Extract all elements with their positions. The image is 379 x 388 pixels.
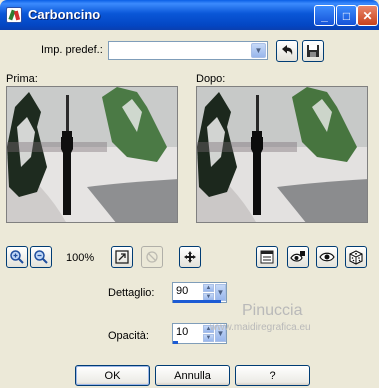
- lock-eye-icon: [290, 251, 305, 262]
- dice-icon: [349, 250, 363, 265]
- zoom-out-button[interactable]: [30, 246, 52, 268]
- after-preview-image: [197, 87, 367, 222]
- app-icon: [6, 7, 22, 23]
- spin-down-icon[interactable]: ▼: [203, 334, 214, 342]
- pan-button[interactable]: [179, 246, 201, 268]
- randomize-button[interactable]: [287, 246, 309, 268]
- zoom-in-button[interactable]: [6, 246, 28, 268]
- save-preset-button[interactable]: [302, 40, 324, 62]
- close-button[interactable]: ✕: [357, 5, 378, 26]
- undo-arrow-icon: [282, 45, 293, 55]
- list-view-icon: [260, 250, 274, 264]
- watermark-site: www.maidiregrafica.eu: [210, 322, 311, 333]
- detail-input[interactable]: 90 ▲ ▼ ▼: [172, 282, 227, 303]
- cancel-button[interactable]: Annulla: [155, 365, 230, 386]
- before-preview[interactable]: [6, 86, 178, 223]
- reset-preset-button[interactable]: [276, 40, 298, 62]
- floppy-disk-icon: [307, 45, 319, 57]
- zoom-out-icon: [34, 250, 48, 264]
- navigate-button-disabled: [141, 246, 163, 268]
- random-dice-button[interactable]: [345, 246, 367, 268]
- preview-toggle-button[interactable]: [316, 246, 338, 268]
- title-bar[interactable]: Carboncino _ □ ✕: [0, 0, 379, 30]
- ok-button[interactable]: OK: [75, 365, 150, 386]
- eye-icon: [319, 252, 335, 262]
- preset-label: Imp. predef.:: [41, 44, 103, 56]
- detail-spinner[interactable]: ▲ ▼: [203, 284, 214, 301]
- before-label: Prima:: [6, 73, 38, 85]
- maximize-button[interactable]: □: [336, 5, 357, 26]
- opacity-value[interactable]: 10: [176, 326, 188, 338]
- opacity-level-bar: [173, 341, 179, 344]
- preset-dropdown[interactable]: ▼: [108, 41, 268, 60]
- dialog-window: Carboncino _ □ ✕ Imp. predef.: ▼ Prima: …: [0, 0, 379, 388]
- minimize-button[interactable]: _: [314, 5, 335, 26]
- spin-up-icon[interactable]: ▲: [203, 284, 214, 292]
- after-label: Dopo:: [196, 73, 226, 85]
- chevron-down-icon[interactable]: ▼: [251, 43, 266, 58]
- move-icon: [184, 251, 196, 263]
- zoom-level: 100%: [66, 252, 95, 264]
- window-title: Carboncino: [28, 7, 101, 22]
- before-preview-image: [7, 87, 177, 222]
- detail-value[interactable]: 90: [176, 285, 188, 297]
- navigate-icon: [146, 251, 158, 263]
- zoom-in-icon: [10, 250, 24, 264]
- detail-label: Dettaglio:: [108, 287, 155, 299]
- detail-level-bar: [173, 300, 221, 303]
- opacity-label: Opacità:: [108, 330, 149, 342]
- watermark-name: Pinuccia: [242, 302, 303, 319]
- detail-slider-dropdown-icon[interactable]: ▼: [215, 284, 226, 301]
- fit-window-icon: [115, 250, 129, 264]
- fit-to-window-button[interactable]: [111, 246, 133, 268]
- after-preview[interactable]: [196, 86, 368, 223]
- proof-toggle-button[interactable]: [256, 246, 278, 268]
- help-button[interactable]: ?: [235, 365, 310, 386]
